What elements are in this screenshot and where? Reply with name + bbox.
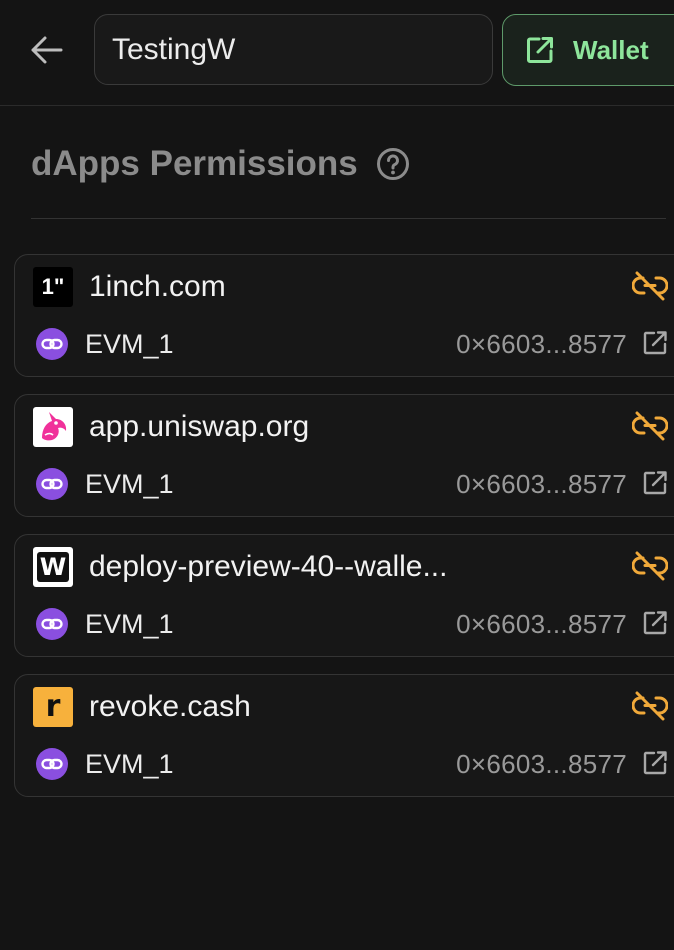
divider [31,218,666,219]
wallet-button[interactable]: Wallet [502,14,674,86]
w-logo-text: W [39,553,67,581]
external-link-icon [643,751,667,775]
open-explorer-button[interactable] [641,469,669,497]
external-link-icon [643,471,667,495]
disconnect-button[interactable] [631,689,669,723]
permission-card: app.uniswap.org EVM_1 0×6603...8577 [14,394,674,517]
unlink-icon [632,411,668,441]
chain-icon [36,748,68,780]
disconnect-button[interactable] [631,549,669,583]
permission-card: W deploy-preview-40--walle... EVM_1 0×66… [14,534,674,657]
wallet-name-value: TestingW [112,32,236,66]
permission-card: r revoke.cash EVM_1 0×6603...8577 [14,674,674,797]
help-button[interactable] [376,147,410,181]
unlink-icon [632,271,668,301]
open-explorer-button[interactable] [641,609,669,637]
external-link-icon [643,611,667,635]
arrow-left-icon [31,36,63,64]
top-bar: TestingW Wallet [0,0,674,106]
revoke-logo: r [33,687,73,727]
external-link-icon [527,37,553,63]
disconnect-button[interactable] [631,269,669,303]
question-circle-icon [376,148,409,180]
section-header: dApps Permissions [31,140,410,188]
page-title: dApps Permissions [31,144,358,183]
w-logo: W [33,547,73,587]
unicorn-icon [42,412,67,441]
account-address: 0×6603...8577 [456,609,627,639]
account-address: 0×6603...8577 [456,329,627,359]
network-name: EVM_1 [85,329,174,359]
revoke-logo-text: r [45,689,61,724]
external-link-icon [643,331,667,355]
chain-icon [36,328,68,360]
site-name: app.uniswap.org [89,410,310,443]
account-address: 0×6603...8577 [456,469,627,499]
open-explorer-button[interactable] [641,329,669,357]
unlink-icon [632,691,668,721]
chain-icon [36,468,68,500]
unlink-icon [632,551,668,581]
permission-card: 1" 1inch.com EVM_1 0×6603...8577 [14,254,674,377]
uniswap-logo [33,407,73,447]
open-explorer-button[interactable] [641,749,669,777]
disconnect-button[interactable] [631,409,669,443]
network-name: EVM_1 [85,749,174,779]
back-button[interactable] [22,28,70,72]
site-name: revoke.cash [89,690,251,723]
network-name: EVM_1 [85,469,174,499]
1inch-logo-text: 1" [41,274,65,299]
wallet-name-input[interactable]: TestingW [94,14,493,85]
site-name: deploy-preview-40--walle... [89,550,448,583]
network-name: EVM_1 [85,609,174,639]
account-address: 0×6603...8577 [456,749,627,779]
1inch-logo: 1" [33,267,73,307]
site-name: 1inch.com [89,270,226,303]
chain-icon [36,608,68,640]
wallet-button-label: Wallet [573,34,649,65]
